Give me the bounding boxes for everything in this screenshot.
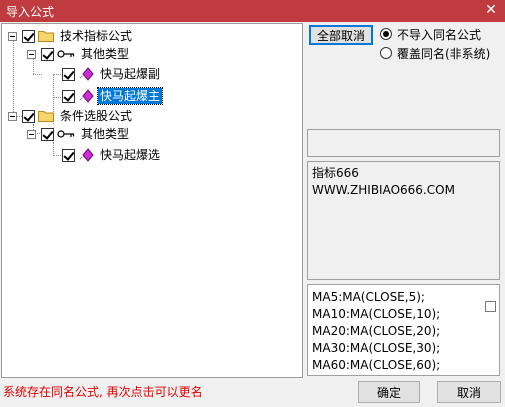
collapse-toggle[interactable] bbox=[8, 111, 17, 121]
tree-node-tech-indicators[interactable]: 技术指标公式 bbox=[8, 27, 134, 45]
tree-node-other-type[interactable]: 其他类型 bbox=[27, 45, 131, 63]
collapse-toggle[interactable] bbox=[27, 49, 36, 59]
formula-tree[interactable]: 技术指标公式 其他类型 快马起爆副 快马起爆主 条件选股公式 其他类型 快马起爆… bbox=[1, 23, 303, 378]
close-icon[interactable]: ✕ bbox=[483, 1, 499, 19]
folder-icon bbox=[38, 111, 54, 122]
tree-node-formula[interactable]: 快马起爆选 bbox=[62, 146, 162, 164]
code-line: MA20:MA(CLOSE,20); bbox=[312, 324, 441, 338]
tree-node-formula-selected[interactable]: 快马起爆主 bbox=[62, 87, 164, 105]
key-icon bbox=[57, 50, 75, 58]
collapse-toggle[interactable] bbox=[27, 129, 36, 139]
node-checkbox[interactable] bbox=[22, 29, 35, 43]
ok-button[interactable]: 确定 bbox=[358, 381, 420, 403]
key-icon bbox=[57, 130, 75, 138]
node-checkbox[interactable] bbox=[22, 109, 35, 123]
collapse-toggle[interactable] bbox=[8, 31, 17, 41]
radio-skip-duplicates[interactable]: 不导入同名公式 bbox=[380, 26, 481, 42]
status-message: 系统存在同名公式, 再次点击可以更名 bbox=[3, 385, 203, 399]
code-line: MA30:MA(CLOSE,30); bbox=[312, 341, 441, 355]
formula-description: 指标666 WWW.ZHIBIAO666.COM bbox=[307, 161, 500, 280]
formula-code-view[interactable]: MA5:MA(CLOSE,5); MA10:MA(CLOSE,10); MA20… bbox=[307, 284, 500, 376]
node-checkbox[interactable] bbox=[41, 127, 54, 141]
code-line: MA60:MA(CLOSE,60); bbox=[312, 358, 441, 372]
tree-node-label: 技术指标公式 bbox=[60, 29, 133, 43]
formula-icon bbox=[79, 148, 94, 162]
description-line: 指标666 bbox=[312, 166, 359, 180]
radio-button[interactable] bbox=[380, 47, 392, 59]
blank-field bbox=[307, 129, 500, 157]
title-bar: 导入公式 ✕ bbox=[0, 0, 505, 22]
tree-node-other-type[interactable]: 其他类型 bbox=[27, 125, 131, 143]
radio-label: 不导入同名公式 bbox=[397, 27, 482, 42]
node-checkbox[interactable] bbox=[62, 67, 75, 81]
code-line: MA10:MA(CLOSE,10); bbox=[312, 307, 441, 321]
node-checkbox[interactable] bbox=[41, 47, 54, 61]
code-line: MA5:MA(CLOSE,5); bbox=[312, 290, 425, 304]
tree-node-label: 快马起爆选 bbox=[100, 148, 161, 162]
node-checkbox[interactable] bbox=[62, 89, 75, 103]
radio-label: 覆盖同名(非系统) bbox=[397, 46, 491, 61]
radio-button-selected[interactable] bbox=[380, 28, 392, 40]
small-checkbox[interactable] bbox=[485, 301, 496, 312]
formula-icon bbox=[79, 89, 94, 103]
cancel-button[interactable]: 取消 bbox=[437, 381, 501, 403]
formula-icon bbox=[79, 67, 94, 81]
node-checkbox[interactable] bbox=[62, 148, 75, 162]
cancel-all-button[interactable]: 全部取消 bbox=[309, 25, 373, 45]
tree-node-label: 条件选股公式 bbox=[60, 109, 133, 123]
window-title: 导入公式 bbox=[6, 5, 55, 19]
tree-node-label: 快马起爆主 bbox=[96, 87, 164, 105]
radio-overwrite-duplicates[interactable]: 覆盖同名(非系统) bbox=[380, 45, 490, 61]
folder-icon bbox=[38, 31, 54, 42]
tree-node-stock-selection[interactable]: 条件选股公式 bbox=[8, 107, 134, 125]
tree-node-label: 快马起爆副 bbox=[100, 67, 161, 81]
tree-node-label: 其他类型 bbox=[81, 47, 130, 61]
description-line: WWW.ZHIBIAO666.COM bbox=[312, 183, 455, 197]
tree-node-label: 其他类型 bbox=[81, 127, 130, 141]
tree-node-formula[interactable]: 快马起爆副 bbox=[62, 65, 162, 83]
